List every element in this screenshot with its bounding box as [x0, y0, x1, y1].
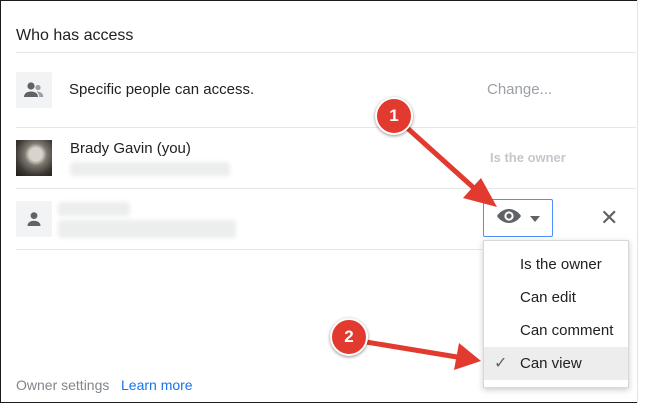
arrow-1: [402, 123, 497, 207]
callout-badge-1: 1: [375, 97, 413, 135]
arrow-2: [357, 338, 481, 370]
annotation-arrows: [357, 123, 497, 370]
callout-badge-2: 2: [330, 318, 368, 356]
